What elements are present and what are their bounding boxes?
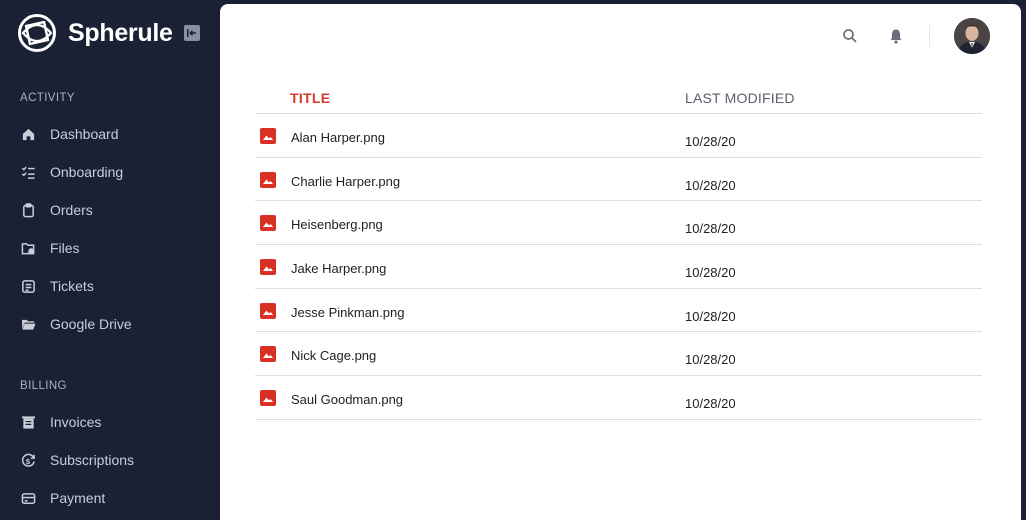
invoice-icon (20, 414, 36, 430)
table-row[interactable]: Charlie Harper.png 10/28/20 (255, 158, 982, 202)
file-modified-date: 10/28/20 (685, 177, 736, 193)
image-file-icon (260, 390, 276, 407)
sidebar-item-label: Google Drive (50, 316, 132, 332)
sidebar-item-orders[interactable]: Orders (20, 198, 210, 222)
sidebar-item-label: Invoices (50, 414, 102, 430)
column-header-last-modified[interactable]: LAST MODIFIED (685, 90, 795, 106)
file-modified-date: 10/28/20 (685, 265, 736, 281)
collapse-sidebar-button[interactable] (184, 25, 200, 41)
folder-open-icon (20, 316, 36, 332)
sidebar-item-tickets[interactable]: Tickets (20, 274, 210, 298)
image-file-icon (260, 171, 276, 188)
sidebar-item-label: Onboarding (50, 164, 124, 180)
credit-card-icon (20, 490, 36, 506)
bell-icon (890, 29, 902, 44)
file-name[interactable]: Heisenberg.png (291, 217, 383, 232)
sidebar: Spherule ACTIVITY Dashboard Onboarding O… (0, 0, 220, 520)
image-file-icon (260, 302, 276, 319)
ticket-icon (20, 278, 36, 294)
file-name[interactable]: Alan Harper.png (291, 130, 385, 145)
brand[interactable]: Spherule (17, 13, 173, 53)
table-body: Alan Harper.png 10/28/20 Charlie Harper.… (255, 114, 982, 420)
sidebar-item-label: Orders (50, 202, 93, 218)
sidebar-item-files[interactable]: Files (20, 236, 210, 260)
table-row[interactable]: Jesse Pinkman.png 10/28/20 (255, 289, 982, 333)
file-modified-date: 10/28/20 (685, 221, 736, 237)
file-name[interactable]: Saul Goodman.png (291, 392, 403, 407)
top-bar-divider (929, 25, 930, 47)
svg-text:$: $ (25, 456, 30, 465)
sidebar-item-label: Payment (50, 490, 106, 506)
brand-name: Spherule (68, 18, 173, 47)
table-row[interactable]: Nick Cage.png 10/28/20 (255, 332, 982, 377)
home-icon (20, 126, 36, 142)
file-name[interactable]: Jesse Pinkman.png (291, 305, 404, 320)
table-header: TITLE LAST MODIFIED (255, 80, 982, 114)
folder-file-icon (20, 240, 36, 256)
table-row[interactable]: Alan Harper.png 10/28/20 (255, 114, 982, 158)
section-label-billing: BILLING (20, 380, 67, 392)
user-avatar[interactable] (954, 18, 990, 54)
search-button[interactable] (839, 25, 861, 47)
files-table: TITLE LAST MODIFIED Alan Harper.png 10/2… (255, 80, 982, 420)
collapse-left-icon (187, 29, 196, 37)
spherule-logo-icon (18, 14, 56, 52)
clipboard-icon (20, 202, 36, 218)
sidebar-item-label: Files (50, 240, 80, 256)
user-photo-icon (954, 18, 990, 54)
sidebar-item-google-drive[interactable]: Google Drive (20, 312, 210, 336)
file-name[interactable]: Jake Harper.png (291, 261, 386, 276)
table-row[interactable]: Saul Goodman.png 10/28/20 (255, 376, 982, 420)
file-name[interactable]: Charlie Harper.png (291, 174, 400, 189)
file-name[interactable]: Nick Cage.png (291, 348, 376, 363)
image-file-icon (260, 128, 276, 144)
main-panel: TITLE LAST MODIFIED Alan Harper.png 10/2… (220, 4, 1021, 520)
sidebar-item-invoices[interactable]: Invoices (20, 410, 210, 434)
sidebar-item-label: Dashboard (50, 126, 119, 142)
sidebar-item-dashboard[interactable]: Dashboard (20, 122, 210, 146)
table-row[interactable]: Jake Harper.png 10/28/20 (255, 245, 982, 289)
image-file-icon (260, 259, 276, 276)
image-file-icon (260, 215, 276, 232)
sidebar-item-label: Subscriptions (50, 452, 135, 468)
column-header-title[interactable]: TITLE (290, 90, 330, 106)
notifications-button[interactable] (885, 25, 907, 47)
sidebar-item-onboarding[interactable]: Onboarding (20, 160, 210, 184)
file-modified-date: 10/28/20 (685, 352, 736, 368)
file-modified-date: 10/28/20 (685, 134, 736, 149)
file-modified-date: 10/28/20 (685, 396, 736, 412)
checklist-icon (20, 164, 36, 180)
sidebar-item-subscriptions[interactable]: $ Subscriptions (20, 448, 210, 472)
sidebar-item-label: Tickets (50, 278, 94, 294)
image-file-icon (260, 346, 276, 363)
sidebar-item-payment[interactable]: Payment (20, 486, 210, 510)
file-modified-date: 10/28/20 (685, 308, 736, 324)
section-label-activity: ACTIVITY (20, 92, 75, 104)
search-icon (843, 29, 857, 43)
top-bar (220, 4, 1021, 68)
table-row[interactable]: Heisenberg.png 10/28/20 (255, 201, 982, 246)
subscription-icon: $ (20, 452, 36, 468)
